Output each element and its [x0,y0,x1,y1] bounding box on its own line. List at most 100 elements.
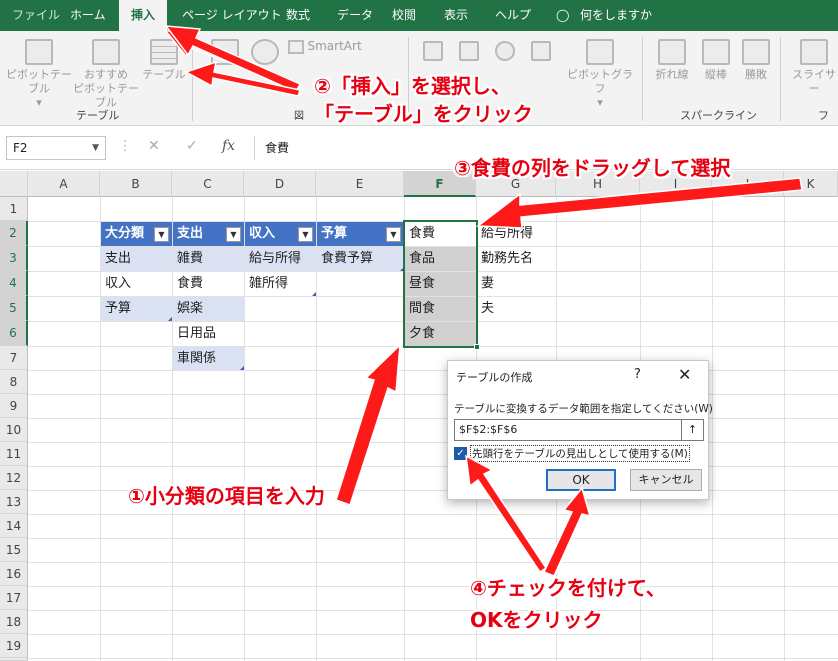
table-resize-handle[interactable] [168,317,172,321]
slicer-button[interactable]: スライサー [790,39,838,96]
row-header-3[interactable]: 3 [0,246,28,271]
annotation-step1: ①小分類の項目を入力 [128,484,325,508]
column-header-b[interactable]: B [100,171,172,197]
table-cell[interactable]: 雑費 [173,247,244,271]
cell-g4[interactable]: 妻 [477,272,557,296]
smartart-button[interactable]: SmartArt [288,39,362,54]
row-header-12[interactable]: 12 [0,466,28,490]
scatter-chart-button[interactable] [528,41,554,64]
cell-g5[interactable]: 夫 [477,297,557,321]
row-header-7[interactable]: 7 [0,346,28,370]
cancel-button[interactable]: キャンセル [630,469,702,491]
tab-formulas[interactable]: 数式 [286,0,310,31]
column-chart-button[interactable] [420,41,446,64]
table-header-cell[interactable]: 大分類 ▼ [101,222,172,246]
table-cell[interactable]: 車関係 [173,347,244,370]
row-header-11[interactable]: 11 [0,442,28,466]
column-header-e[interactable]: E [316,171,404,197]
row-header-6[interactable]: 6 [0,321,28,346]
column-header-d[interactable]: D [244,171,316,197]
sparkline-line-button[interactable]: 折れ線 [652,39,692,82]
table-resize-handle[interactable] [312,292,316,296]
row-header-10[interactable]: 10 [0,418,28,442]
filter-dropdown-icon[interactable]: ▼ [386,227,401,242]
cell-g2[interactable]: 給与所得 [477,222,557,246]
fill-handle[interactable] [474,344,480,350]
help-icon[interactable]: ? [634,367,641,382]
name-box[interactable]: F2 ▼ [6,136,106,160]
table-cell[interactable]: 支出 [101,247,172,271]
select-all-corner[interactable] [0,171,28,197]
table-cell[interactable]: 食費 [173,272,244,296]
table-cell[interactable]: 雑所得 [245,272,316,296]
pivot-table-icon [25,39,53,65]
close-icon[interactable]: ✕ [678,365,691,384]
table-cell[interactable]: 娯楽 [173,297,244,321]
menu-bar: ファイル ホーム 挿入 ページ レイアウト 数式 データ 校閲 表示 ヘルプ ◯… [0,0,838,31]
table-cell[interactable]: 食費予算 [317,247,404,271]
range-input[interactable]: $F$2:$F$6 ↑ [454,419,704,441]
row-header-18[interactable]: 18 [0,610,28,634]
tab-view[interactable]: 表示 [444,0,468,31]
tab-review[interactable]: 校閲 [392,0,416,31]
dialog-prompt: テーブルに変換するデータ範囲を指定してください(W) [454,403,713,415]
tab-insert[interactable]: 挿入 [119,0,167,31]
table-header-cell[interactable]: 支出 ▼ [173,222,244,246]
line-chart-button[interactable] [456,41,482,64]
pie-chart-icon [495,41,515,61]
table-cell[interactable]: 収入 [101,272,172,296]
slicer-icon [800,39,828,65]
row-header-19[interactable]: 19 [0,634,28,658]
filter-dropdown-icon[interactable]: ▼ [226,227,241,242]
row-header-15[interactable]: 15 [0,538,28,562]
worksheet-grid: A B C D E F G H I J K 1 2 3 4 5 6 7 8 9 … [0,171,838,661]
table-cell[interactable]: 予算 [101,297,172,321]
pivot-chart-button[interactable]: ピボットグラフ ▾ [565,39,635,110]
headers-checkbox[interactable]: ✓ [454,447,467,460]
pictures-button[interactable] [210,39,240,68]
filter-dropdown-icon[interactable]: ▼ [298,227,313,242]
row-header-5[interactable]: 5 [0,296,28,321]
headers-checkbox-label[interactable]: 先頭行をテーブルの見出しとして使用する(M) [470,445,690,462]
table-cell[interactable]: 給与所得 [245,247,316,271]
column-header-k[interactable]: K [784,171,838,197]
row-header-4[interactable]: 4 [0,271,28,296]
ok-button[interactable]: OK [546,469,616,491]
table-resize-handle[interactable] [240,366,244,370]
tab-home[interactable]: ホーム [70,0,106,31]
filter-dropdown-icon[interactable]: ▼ [154,227,169,242]
enter-check-icon[interactable]: ✓ [186,138,198,154]
cancel-icon[interactable]: ✕ [148,138,160,154]
row-header-2[interactable]: 2 [0,221,28,246]
annotation-step2-line2: 「テーブル」をクリック [314,102,533,126]
insert-function-icon[interactable]: fx [222,138,235,154]
grid-line [28,658,838,659]
tab-page-layout[interactable]: ページ レイアウト [182,0,282,31]
shapes-button[interactable] [250,39,280,68]
tab-file[interactable]: ファイル [12,0,60,31]
table-header-cell[interactable]: 収入 ▼ [245,222,316,246]
table-header-cell[interactable]: 予算 ▼ [317,222,404,246]
row-header-17[interactable]: 17 [0,586,28,610]
row-header-13[interactable]: 13 [0,490,28,514]
recommended-pivot-button[interactable]: おすすめ ピボットテーブル [68,39,144,110]
table-cell[interactable]: 日用品 [173,322,244,346]
tab-data[interactable]: データ [337,0,373,31]
row-header-9[interactable]: 9 [0,394,28,418]
tab-help[interactable]: ヘルプ [495,0,531,31]
column-header-c[interactable]: C [172,171,244,197]
sparkline-column-button[interactable]: 縦棒 [698,39,734,82]
row-header-1[interactable]: 1 [0,197,28,221]
column-header-a[interactable]: A [28,171,100,197]
table-button[interactable]: テーブル [140,39,188,82]
row-header-8[interactable]: 8 [0,370,28,394]
pie-chart-button[interactable] [492,41,518,64]
collapse-dialog-icon[interactable]: ↑ [681,420,703,440]
pivot-table-button[interactable]: ピボットテーブル ▾ [4,39,74,110]
chevron-down-icon[interactable]: ▼ [92,137,99,159]
row-header-16[interactable]: 16 [0,562,28,586]
row-header-14[interactable]: 14 [0,514,28,538]
tell-me-search[interactable]: 何をしますか [580,0,652,31]
sparkline-winloss-button[interactable]: 勝敗 [740,39,772,82]
cell-g3[interactable]: 勤務先名 [477,247,557,271]
